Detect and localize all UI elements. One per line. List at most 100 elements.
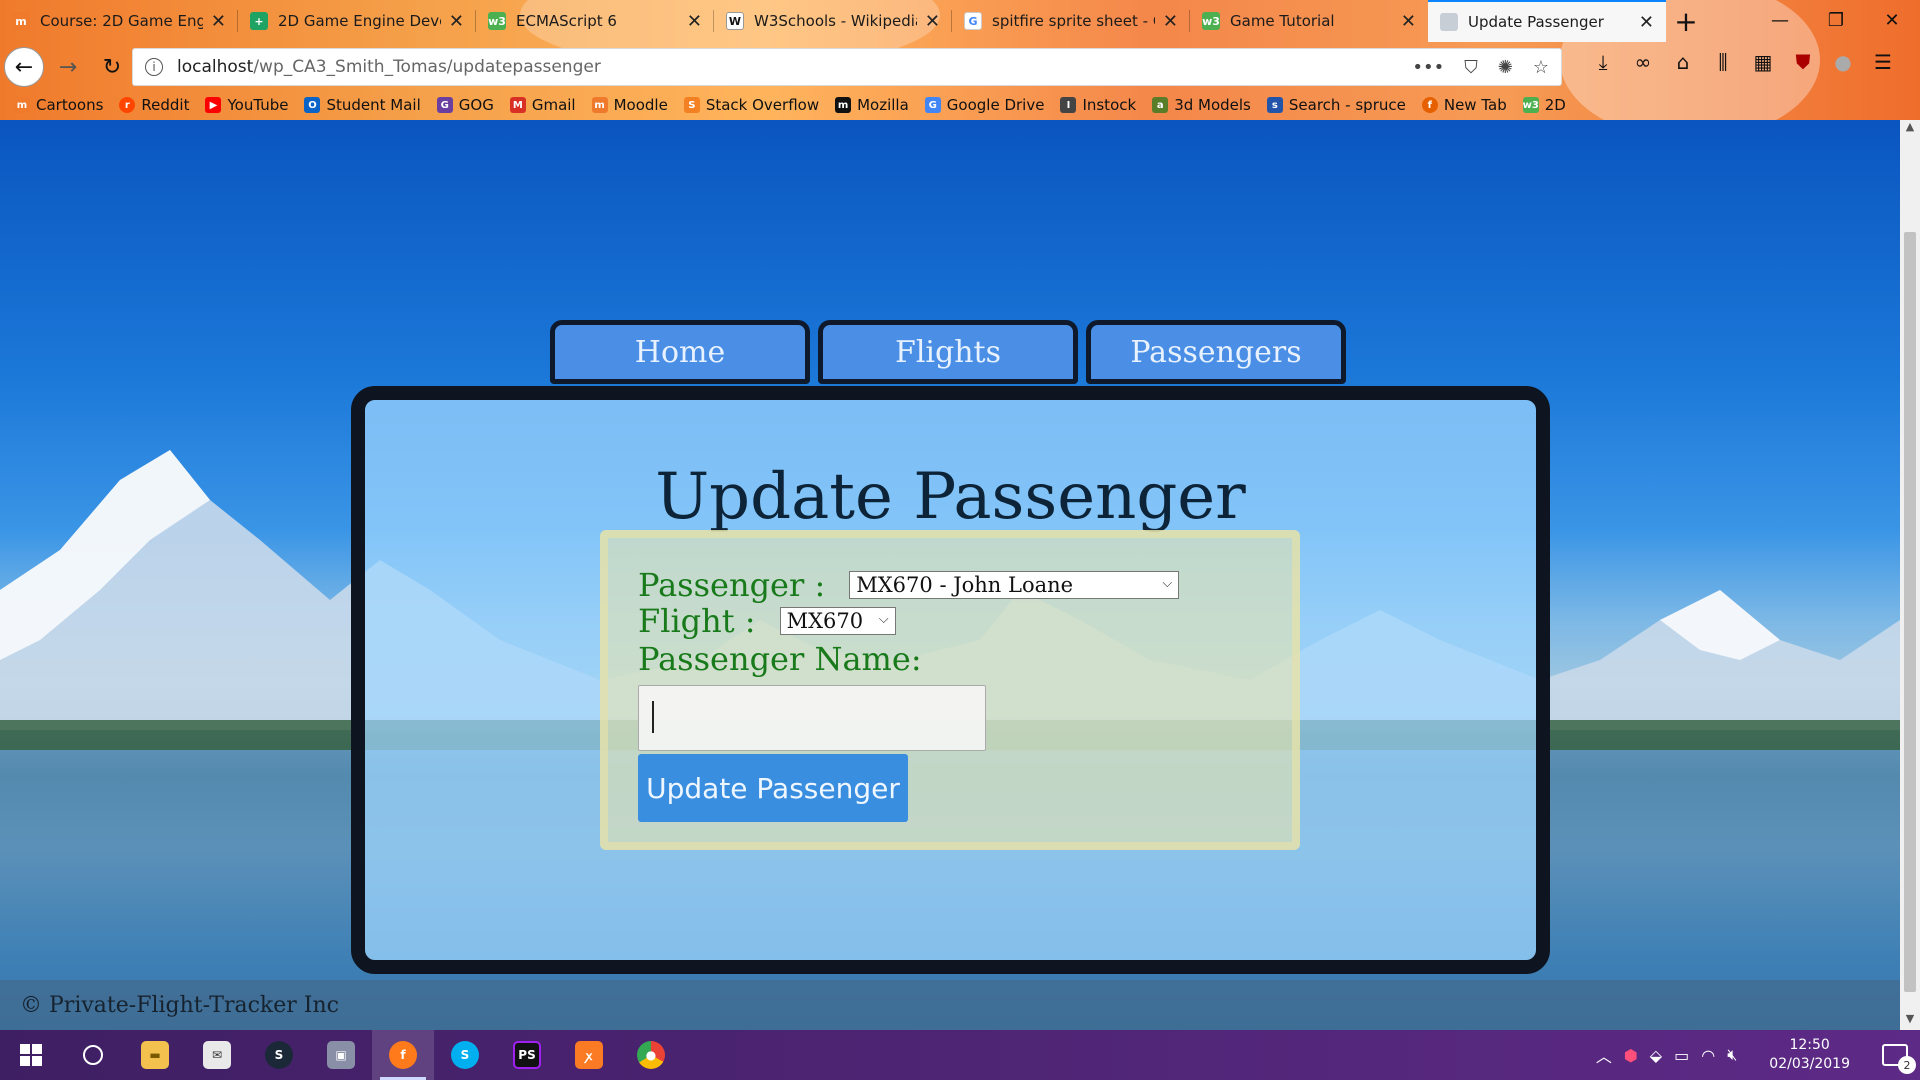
taskbar-firefox[interactable]: f (372, 1030, 434, 1080)
close-icon[interactable]: ✕ (687, 11, 702, 32)
notification-center-icon[interactable]: 2 (1882, 1044, 1916, 1074)
bookmark-youtube[interactable]: ▶ YouTube (205, 96, 288, 114)
taskbar-skype[interactable]: S (434, 1030, 496, 1080)
skype-icon: S (451, 1041, 479, 1069)
download-icon[interactable]: ⤓ (1590, 50, 1616, 74)
close-icon[interactable]: ✕ (211, 11, 226, 32)
volume-muted-icon[interactable]: 🔇︎ (1727, 1045, 1737, 1065)
flight-select[interactable]: MX670 ⌵ (779, 607, 896, 635)
app-tray-icon[interactable]: ⬢ (1624, 1046, 1638, 1065)
bookmark-2d[interactable]: w3 2D (1523, 96, 1566, 114)
clock[interactable]: 12:50 02/03/2019 (1769, 1036, 1850, 1074)
bookmark-reddit[interactable]: r Reddit (119, 96, 189, 114)
bookmark-mozilla[interactable]: m Mozilla (835, 96, 909, 114)
browser-tab[interactable]: G spitfire sprite sheet - Go ✕ (952, 0, 1190, 42)
home-icon[interactable]: ⌂ (1670, 50, 1696, 74)
scroll-down-icon[interactable]: ▼ (1900, 1012, 1920, 1030)
browser-chrome: m Course: 2D Game Engine ✕ + 2D Game Eng… (0, 0, 1920, 120)
extension-icon[interactable]: ✺ (1498, 57, 1513, 78)
taskbar-file-explorer[interactable]: ▬ (124, 1030, 186, 1080)
bookmark-star-icon[interactable]: ☆ (1533, 57, 1549, 78)
browser-tab[interactable]: W W3Schools - Wikipedia ✕ (714, 0, 952, 42)
pocket-icon[interactable]: ⛉ (1464, 57, 1478, 78)
browser-tab[interactable]: w3 ECMAScript 6 ✕ (476, 0, 714, 42)
bookmark-cartoons[interactable]: m Cartoons (14, 96, 103, 114)
new-tab-button[interactable]: + (1666, 0, 1706, 42)
start-button[interactable] (0, 1030, 62, 1080)
bookmark-moodle[interactable]: m Moodle (591, 96, 668, 114)
taskbar-xampp[interactable]: ꭗ (558, 1030, 620, 1080)
nav-flights-button[interactable]: Flights (818, 320, 1078, 384)
taskbar-chrome[interactable]: ● (620, 1030, 682, 1080)
page-scrollbar[interactable]: ▲ ▼ (1900, 120, 1920, 1030)
tab-strip: m Course: 2D Game Engine ✕ + 2D Game Eng… (0, 0, 1920, 42)
passenger-name-input[interactable] (638, 685, 986, 751)
close-icon[interactable]: ✕ (449, 11, 464, 32)
close-icon[interactable]: ✕ (1163, 11, 1178, 32)
extensions-grid-icon[interactable]: ▦ (1750, 50, 1776, 74)
restore-button[interactable]: ❐ (1808, 0, 1864, 40)
taskbar-steam[interactable]: S (248, 1030, 310, 1080)
update-passenger-form: Passenger : MX670 - John Loane ⌵ Flight … (600, 530, 1300, 850)
bookmark-student-mail[interactable]: O Student Mail (304, 96, 421, 114)
bookmark-3d-models[interactable]: a 3d Models (1152, 96, 1251, 114)
profile-icon[interactable]: ● (1830, 50, 1856, 74)
wifi-icon[interactable]: ◠ (1701, 1046, 1715, 1065)
dropbox-icon[interactable]: ⬙ (1650, 1046, 1662, 1065)
google-icon: G (964, 12, 982, 30)
flight-label: Flight : (638, 602, 756, 640)
google-icon: G (924, 97, 941, 113)
bookmark-gmail[interactable]: M Gmail (509, 96, 576, 114)
instock-icon: I (1060, 97, 1077, 113)
taskbar-media[interactable]: ▣ (310, 1030, 372, 1080)
show-hidden-icons-icon[interactable]: ︿ (1596, 1043, 1612, 1067)
chevron-down-icon: ⌵ (878, 612, 889, 627)
tab-title: W3Schools - Wikipedia (754, 12, 917, 30)
browser-tab[interactable]: m Course: 2D Game Engine ✕ (0, 0, 238, 42)
passenger-select[interactable]: MX670 - John Loane ⌵ (849, 571, 1180, 599)
back-button[interactable]: ← (4, 47, 44, 87)
more-icon[interactable]: ••• (1412, 57, 1444, 78)
urlbar-actions: ••• ⛉ ✺ ☆ (1412, 57, 1549, 78)
minimize-button[interactable]: — (1752, 0, 1808, 40)
bookmark-google-drive[interactable]: G Google Drive (924, 96, 1044, 114)
browser-tab[interactable]: w3 Game Tutorial ✕ (1190, 0, 1428, 42)
browser-tab-active[interactable]: Update Passenger ✕ (1428, 0, 1666, 42)
bookmark-new-tab[interactable]: f New Tab (1421, 96, 1507, 114)
private-mask-icon[interactable]: ∞ (1630, 50, 1656, 74)
bookmark-gog[interactable]: G GOG (436, 96, 494, 114)
scrollbar-thumb[interactable] (1904, 232, 1916, 992)
page-icon (1440, 13, 1458, 31)
moodle-icon: m (14, 97, 30, 113)
info-icon[interactable]: i (145, 58, 163, 76)
3dmodels-icon: a (1152, 97, 1169, 113)
close-window-button[interactable]: ✕ (1864, 0, 1920, 40)
browser-tab[interactable]: + 2D Game Engine Develo ✕ (238, 0, 476, 42)
scroll-up-icon[interactable]: ▲ (1900, 120, 1920, 138)
close-icon[interactable]: ✕ (925, 11, 940, 32)
firefox-icon: f (389, 1041, 417, 1069)
menu-icon[interactable]: ☰ (1870, 50, 1896, 74)
firefox-icon: f (1421, 97, 1438, 113)
flight-row: Flight : MX670 ⌵ (638, 602, 896, 640)
search-button[interactable] (62, 1030, 124, 1080)
taskbar-phpstorm[interactable]: PS (496, 1030, 558, 1080)
bookmark-search-spruce[interactable]: s Search - spruce (1266, 96, 1406, 114)
update-passenger-button[interactable]: Update Passenger (638, 754, 908, 822)
address-bar[interactable]: i localhost /wp_CA3_Smith_Tomas/updatepa… (132, 48, 1562, 86)
bookmark-stack-overflow[interactable]: S Stack Overflow (683, 96, 819, 114)
page-title: Update Passenger (655, 460, 1246, 534)
reload-button[interactable]: ↻ (92, 47, 132, 87)
forward-button[interactable]: → (48, 47, 88, 87)
library-icon[interactable]: ⫼ (1710, 50, 1736, 74)
nav-passengers-button[interactable]: Passengers (1086, 320, 1346, 384)
ublock-icon[interactable]: ⛊ (1790, 50, 1816, 74)
close-icon[interactable]: ✕ (1639, 12, 1654, 33)
content-card: Update Passenger Passenger : MX670 - Joh… (351, 386, 1550, 974)
taskbar-mail[interactable]: ✉ (186, 1030, 248, 1080)
close-icon[interactable]: ✕ (1401, 11, 1416, 32)
bookmarks-bar: m Cartoons r Reddit ▶ YouTube O Student Mail… (0, 92, 1920, 118)
bookmark-instock[interactable]: I Instock (1060, 96, 1136, 114)
battery-icon[interactable]: ▭ (1674, 1046, 1689, 1065)
nav-home-button[interactable]: Home (550, 320, 810, 384)
